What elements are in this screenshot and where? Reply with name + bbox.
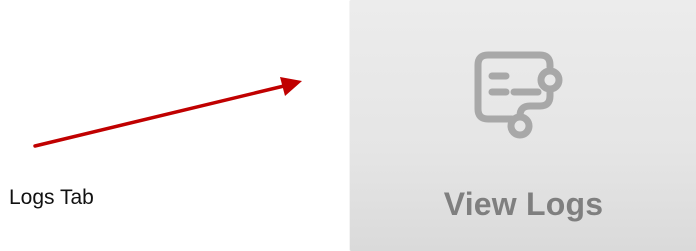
view-logs-tile[interactable]: View Logs xyxy=(349,0,696,251)
logs-tab-caption: Logs Tab xyxy=(9,186,94,209)
view-logs-label: View Logs xyxy=(443,186,604,222)
view-logs-icon xyxy=(474,51,563,139)
screenshot-stage: Logs Tab View Logs xyxy=(0,0,696,251)
